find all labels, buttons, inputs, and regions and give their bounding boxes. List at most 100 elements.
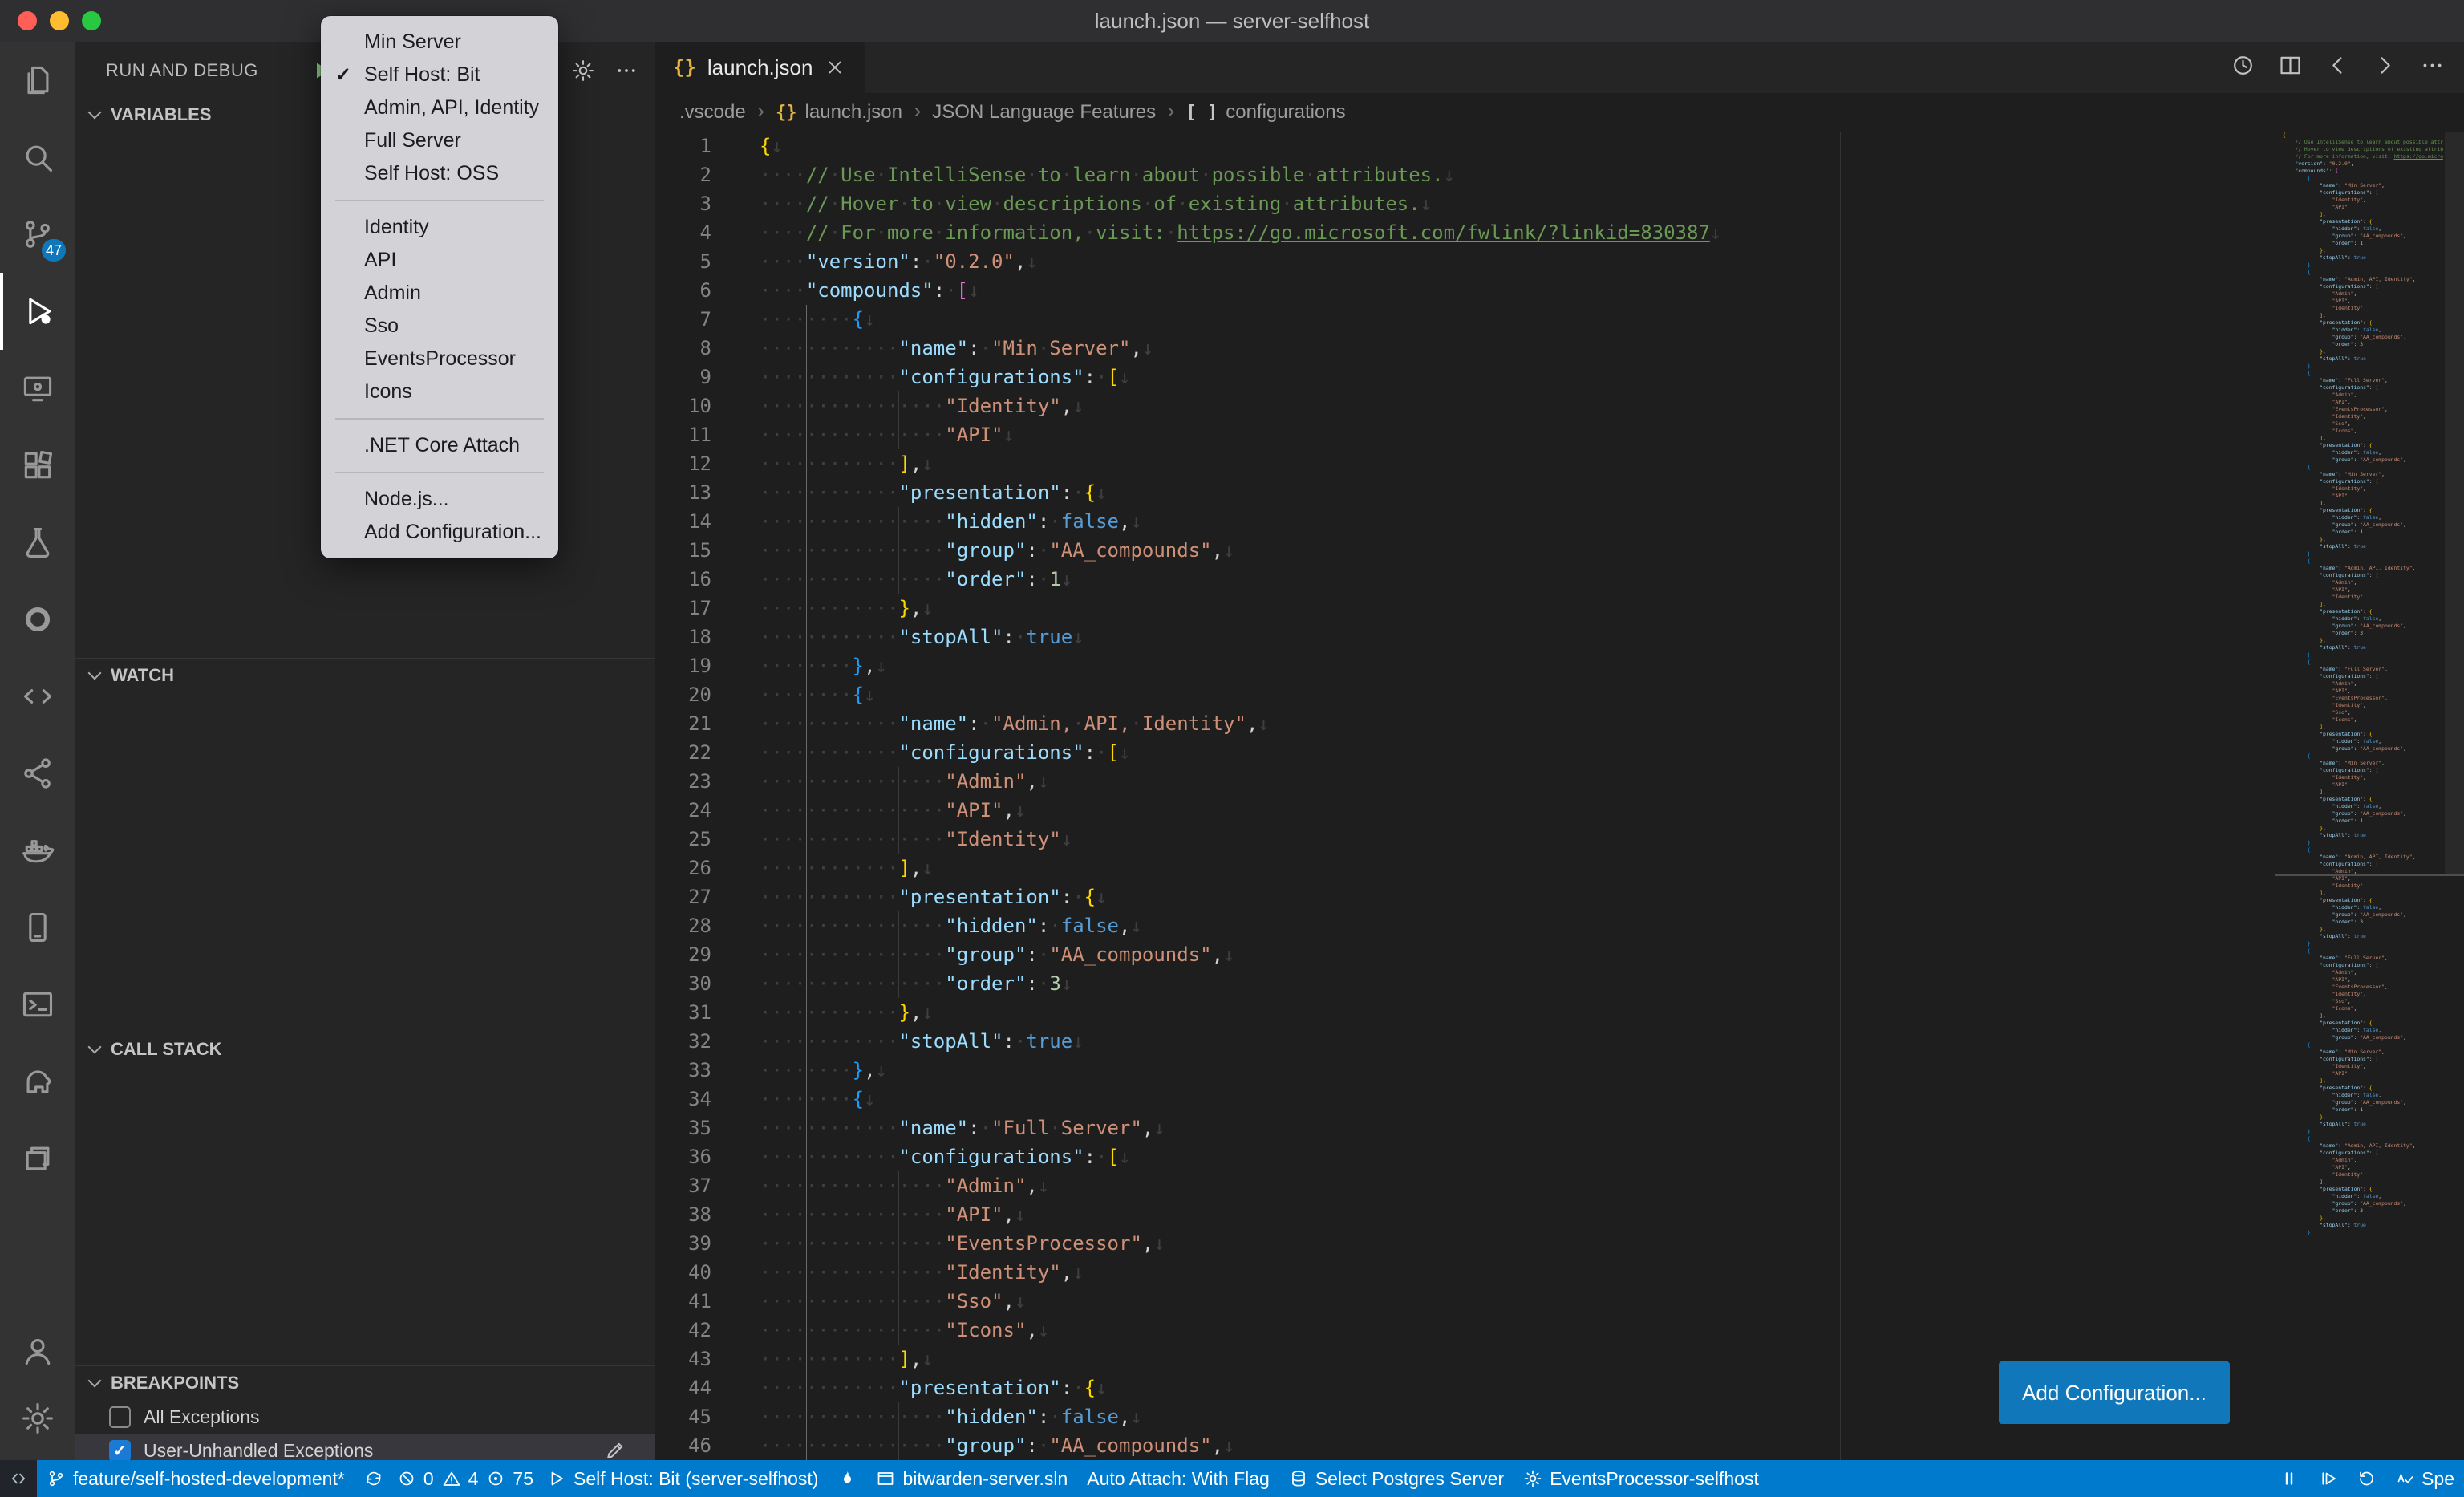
add-configuration-button[interactable]: Add Configuration... xyxy=(1999,1361,2230,1424)
status-postgres-server[interactable]: Select Postgres Server xyxy=(1279,1460,1514,1497)
code-line[interactable]: 3····//·Hover·to·view·descriptions·of·ex… xyxy=(655,189,2272,218)
code-line[interactable]: 38················"API",↓ xyxy=(655,1200,2272,1229)
checked-checkbox[interactable]: ✓ xyxy=(109,1440,131,1461)
code-line[interactable]: 2····//·Use·IntelliSense·to·learn·about·… xyxy=(655,160,2272,189)
code-line[interactable]: 16················"order":·1↓ xyxy=(655,565,2272,594)
status-spell-checker[interactable]: Spe xyxy=(2385,1460,2464,1497)
activity-source-control[interactable]: 47 xyxy=(0,196,75,273)
activity-mobile-view[interactable] xyxy=(0,889,75,966)
code-line[interactable]: 42················"Icons",↓ xyxy=(655,1316,2272,1345)
section-watch[interactable]: WATCH xyxy=(75,658,655,692)
unchecked-checkbox[interactable] xyxy=(109,1406,131,1428)
zoom-window-button[interactable] xyxy=(82,11,101,30)
status-git-branch[interactable]: feature/self-hosted-development* xyxy=(37,1460,355,1497)
breadcrumb-json-language-features[interactable]: JSON Language Features xyxy=(932,101,1156,124)
breadcrumb-launch-json[interactable]: {}launch.json xyxy=(776,101,902,124)
code-line[interactable]: 10················"Identity",↓ xyxy=(655,391,2272,420)
menu-item-api[interactable]: API xyxy=(321,244,558,277)
code-line[interactable]: 34········{↓ xyxy=(655,1085,2272,1114)
code-line[interactable]: 6····"compounds":·[↓ xyxy=(655,276,2272,305)
menu-item-sso[interactable]: Sso xyxy=(321,310,558,343)
activity-explorer[interactable] xyxy=(0,42,75,119)
status-warnings[interactable]: 4 xyxy=(438,1460,483,1497)
tab-launch-json[interactable]: {} launch.json xyxy=(655,42,865,93)
section-call-stack[interactable]: CALL STACK xyxy=(75,1032,655,1065)
menu-item-add-configuration[interactable]: Add Configuration... xyxy=(321,516,558,549)
navigate-forward-button[interactable] xyxy=(2373,53,2397,82)
activity-run-and-debug[interactable] xyxy=(0,273,75,350)
menu-item-admin-api-identity[interactable]: Admin, API, Identity xyxy=(321,91,558,124)
code-line[interactable]: 41················"Sso",↓ xyxy=(655,1287,2272,1316)
code-line[interactable]: 28················"hidden":·false,↓ xyxy=(655,911,2272,940)
activity-terminal[interactable] xyxy=(0,966,75,1043)
timeline-button[interactable] xyxy=(2231,53,2255,82)
status-debug-target[interactable]: Self Host: Bit (server-selfhost) xyxy=(537,1460,828,1497)
code-line[interactable]: 20········{↓ xyxy=(655,680,2272,709)
menu-item-icons[interactable]: Icons xyxy=(321,375,558,408)
menu-item-admin[interactable]: Admin xyxy=(321,277,558,310)
menu-item-net-core-attach[interactable]: .NET Core Attach xyxy=(321,429,558,462)
breakpoint-all-exceptions[interactable]: All Exceptions xyxy=(75,1401,655,1433)
menu-item-self-host-oss[interactable]: Self Host: OSS xyxy=(321,157,558,190)
code-line[interactable]: 5····"version":·"0.2.0",↓ xyxy=(655,247,2272,276)
code-line[interactable]: 7········{↓ xyxy=(655,305,2272,334)
more-actions-button[interactable] xyxy=(2420,53,2445,82)
activity-nuget[interactable] xyxy=(0,581,75,658)
activity-docker[interactable] xyxy=(0,812,75,889)
code-line[interactable]: 8············"name":·"Min·Server",↓ xyxy=(655,334,2272,363)
section-breakpoints[interactable]: BREAKPOINTS xyxy=(75,1365,655,1399)
activity-search[interactable] xyxy=(0,119,75,196)
code-editor[interactable]: 1{↓2····//·Use·IntelliSense·to·learn·abo… xyxy=(655,132,2464,1460)
menu-item-min-server[interactable]: Min Server xyxy=(321,26,558,59)
code-line[interactable]: 46················"group":·"AA_compounds… xyxy=(655,1431,2272,1460)
breakpoint-user-unhandled-exceptions[interactable]: ✓User-Unhandled Exceptions xyxy=(75,1434,655,1460)
code-line[interactable]: 25················"Identity"↓ xyxy=(655,825,2272,854)
activity-postgresql[interactable] xyxy=(0,1043,75,1120)
code-line[interactable]: 11················"API"↓ xyxy=(655,420,2272,449)
code-line[interactable]: 29················"group":·"AA_compounds… xyxy=(655,940,2272,969)
status-sync[interactable] xyxy=(355,1460,393,1497)
code-line[interactable]: 31············},↓ xyxy=(655,998,2272,1027)
scrollbar-slider[interactable] xyxy=(2445,132,2464,874)
status-info-count[interactable]: 75 xyxy=(482,1460,537,1497)
activity-window-layout[interactable] xyxy=(0,1120,75,1197)
minimize-window-button[interactable] xyxy=(50,11,69,30)
split-editor-button[interactable] xyxy=(2278,53,2303,82)
code-line[interactable]: 19········},↓ xyxy=(655,651,2272,680)
code-line[interactable]: 35············"name":·"Full·Server",↓ xyxy=(655,1114,2272,1142)
code-line[interactable]: 1{↓ xyxy=(655,132,2272,160)
open-launch-json-button[interactable] xyxy=(571,59,595,83)
activity-extensions[interactable] xyxy=(0,427,75,504)
code-line[interactable]: 12············],↓ xyxy=(655,449,2272,478)
code-line[interactable]: 22············"configurations":·[↓ xyxy=(655,738,2272,767)
breadcrumb-configurations[interactable]: [ ]configurations xyxy=(1185,101,1345,124)
activity-rest-client[interactable] xyxy=(0,658,75,735)
code-line[interactable]: 9············"configurations":·[↓ xyxy=(655,363,2272,391)
menu-item-eventsprocessor[interactable]: EventsProcessor xyxy=(321,343,558,375)
status-continue[interactable] xyxy=(2308,1460,2347,1497)
navigate-back-button[interactable] xyxy=(2325,53,2350,82)
code-line[interactable]: 4····//·For·more·information,·visit:·htt… xyxy=(655,218,2272,247)
status-events-processor[interactable]: EventsProcessor-selfhost xyxy=(1514,1460,1769,1497)
activity-live-share[interactable] xyxy=(0,735,75,812)
close-window-button[interactable] xyxy=(18,11,37,30)
activity-remote-explorer[interactable] xyxy=(0,350,75,427)
status-hot-reload[interactable] xyxy=(828,1460,866,1497)
code-line[interactable]: 37················"Admin",↓ xyxy=(655,1171,2272,1200)
minimap[interactable]: { // Use IntelliSense to learn about pos… xyxy=(2283,132,2443,1460)
editor-scrollbar[interactable] xyxy=(2445,132,2464,1460)
code-line[interactable]: 23················"Admin",↓ xyxy=(655,767,2272,796)
code-line[interactable]: 33········},↓ xyxy=(655,1056,2272,1085)
code-line[interactable]: 14················"hidden":·false,↓ xyxy=(655,507,2272,536)
code-line[interactable]: 30················"order":·3↓ xyxy=(655,969,2272,998)
code-line[interactable]: 26············],↓ xyxy=(655,854,2272,882)
menu-item-full-server[interactable]: Full Server xyxy=(321,124,558,157)
activity-accounts[interactable] xyxy=(0,1317,75,1385)
activity-manage[interactable] xyxy=(0,1385,75,1452)
code-line[interactable]: 27············"presentation":·{↓ xyxy=(655,882,2272,911)
menu-item-self-host-bit[interactable]: ✓Self Host: Bit xyxy=(321,59,558,91)
code-line[interactable]: 32············"stopAll":·true↓ xyxy=(655,1027,2272,1056)
code-line[interactable]: 36············"configurations":·[↓ xyxy=(655,1142,2272,1171)
menu-item-identity[interactable]: Identity xyxy=(321,211,558,244)
code-line[interactable]: 18············"stopAll":·true↓ xyxy=(655,623,2272,651)
